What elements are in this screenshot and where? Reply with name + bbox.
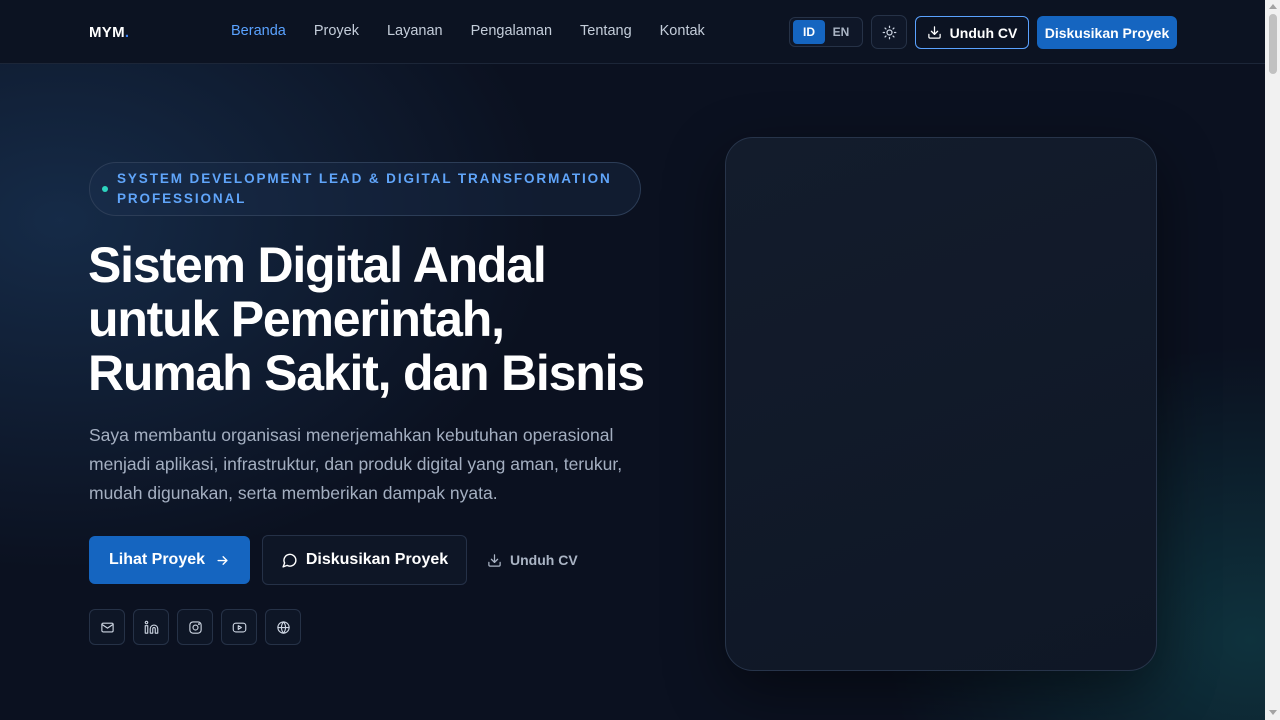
download-icon — [487, 553, 502, 568]
navbar: MYM. Beranda Proyek Layanan Pengalaman T… — [0, 0, 1265, 64]
nav-link-beranda[interactable]: Beranda — [231, 23, 286, 39]
view-projects-label: Lihat Proyek — [108, 551, 206, 568]
nav-links: Beranda Proyek Layanan Pengalaman Tentan… — [231, 23, 733, 39]
view-projects-button[interactable]: Lihat Proyek — [89, 536, 250, 584]
mail-icon — [100, 620, 115, 635]
linkedin-icon — [144, 620, 159, 635]
social-links — [89, 609, 301, 645]
download-cv-button[interactable]: Unduh CV — [915, 16, 1029, 49]
logo[interactable]: MYM. — [89, 24, 129, 41]
hero-title-line: Rumah Sakit, dan Bisnis — [88, 345, 645, 401]
download-cv-label: Unduh CV — [949, 24, 1018, 41]
lang-option-en[interactable]: EN — [825, 20, 857, 44]
nav-link-proyek[interactable]: Proyek — [314, 23, 359, 39]
hero-title-line: untuk Pemerintah, — [88, 291, 505, 347]
hero-description: Saya membantu organisasi menerjemahkan k… — [89, 425, 623, 503]
discuss-project-label: Diskusikan Proyek — [305, 551, 449, 568]
download-icon — [927, 25, 942, 40]
language-toggle: ID EN — [789, 17, 863, 47]
nav-link-pengalaman[interactable]: Pengalaman — [471, 23, 552, 39]
theme-toggle-button[interactable] — [871, 15, 907, 49]
hero-title: Sistem Digital Andal untuk Pemerintah, R… — [88, 238, 688, 400]
email-link[interactable] — [89, 609, 125, 645]
scroll-up-arrow[interactable] — [1269, 4, 1277, 9]
role-badge-text: SYSTEM DEVELOPMENT LEAD & DIGITAL TRANSF… — [117, 171, 612, 206]
status-dot — [102, 186, 108, 192]
role-badge: SYSTEM DEVELOPMENT LEAD & DIGITAL TRANSF… — [89, 162, 641, 216]
youtube-icon — [232, 620, 247, 635]
download-cv-link[interactable]: Unduh CV — [487, 550, 578, 570]
nav-link-kontak[interactable]: Kontak — [660, 23, 705, 39]
instagram-link[interactable] — [177, 609, 213, 645]
scroll-thumb[interactable] — [1269, 14, 1277, 74]
youtube-link[interactable] — [221, 609, 257, 645]
nav-link-layanan[interactable]: Layanan — [387, 23, 443, 39]
scroll-down-arrow[interactable] — [1269, 710, 1277, 715]
arrow-right-icon — [215, 553, 230, 568]
linkedin-link[interactable] — [133, 609, 169, 645]
globe-icon — [276, 620, 291, 635]
discuss-project-button-nav[interactable]: Diskusikan Proyek — [1037, 16, 1177, 49]
discuss-project-button[interactable]: Diskusikan Proyek — [262, 535, 467, 585]
hero-image-card — [725, 137, 1157, 671]
nav-link-tentang[interactable]: Tentang — [580, 23, 632, 39]
sun-icon — [882, 25, 897, 40]
website-link[interactable] — [265, 609, 301, 645]
page-scrollbar[interactable] — [1265, 0, 1280, 720]
instagram-icon — [188, 620, 203, 635]
download-cv-link-label: Unduh CV — [510, 552, 578, 568]
chat-bubble-icon — [281, 552, 298, 569]
lang-option-id[interactable]: ID — [793, 20, 825, 44]
hero-title-line: Sistem Digital Andal — [88, 237, 547, 293]
